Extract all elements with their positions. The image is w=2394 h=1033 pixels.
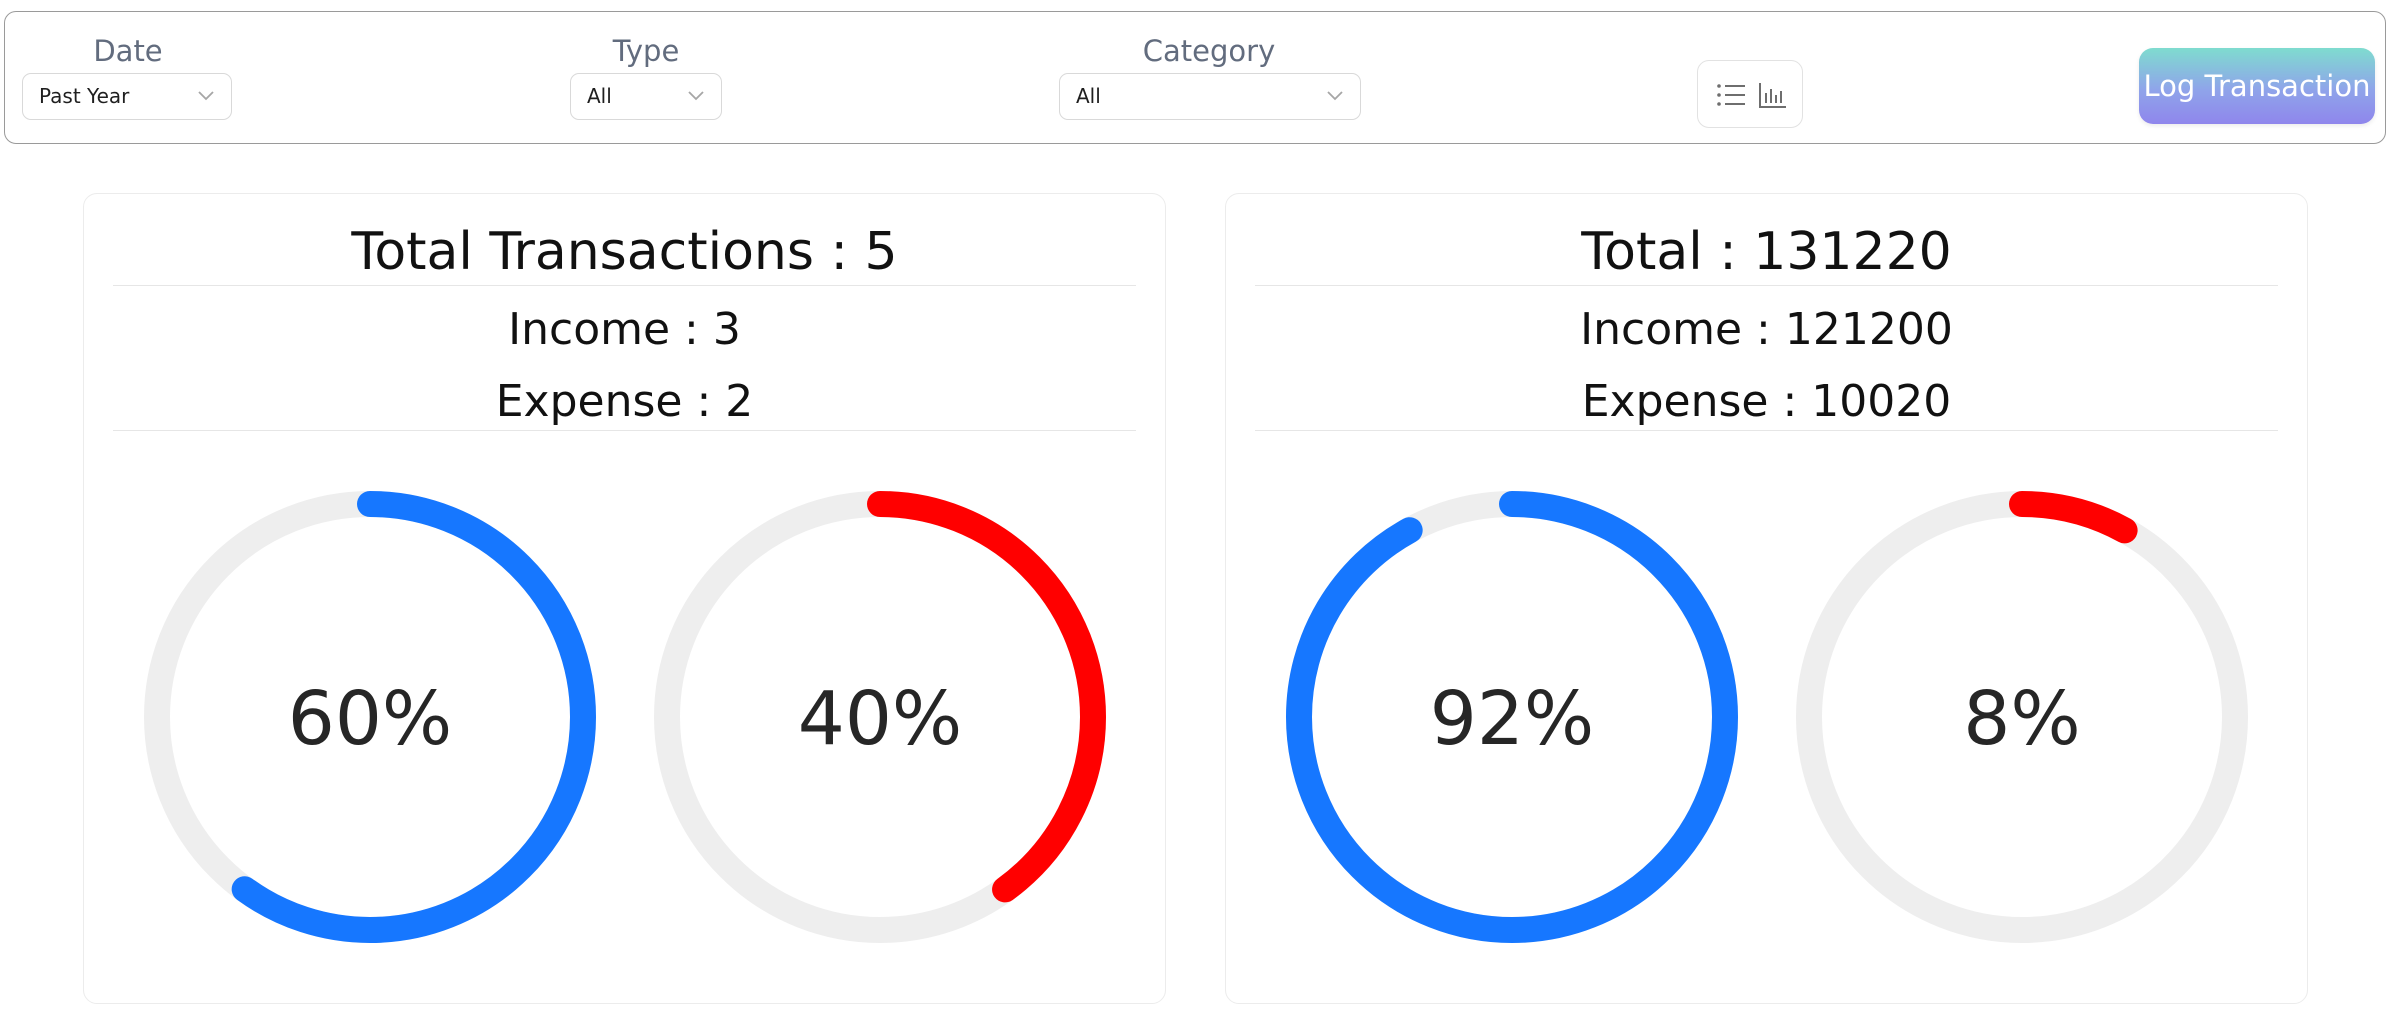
amount-income-line: Income : 121200 [1580, 304, 1953, 355]
divider [113, 430, 1136, 431]
gauge-svg: 60% [144, 491, 596, 943]
divider [113, 285, 1136, 286]
count-income-gauge: 60% [140, 487, 600, 947]
amount-expense-gauge: 8% [1792, 487, 2252, 947]
divider [1255, 285, 2278, 286]
count-expense-line: Expense : 2 [495, 376, 754, 427]
gauge-percent-label: 60% [288, 676, 452, 762]
gauge-percent-label: 92% [1430, 676, 1594, 762]
gauge-percent-label: 40% [798, 676, 962, 762]
gauge-percent-label: 8% [1963, 676, 2080, 762]
gauge-svg: 40% [654, 491, 1106, 943]
amount-income-gauge: 92% [1282, 487, 1742, 947]
gauge-svg: 92% [1286, 491, 1738, 943]
amount-card-title: Total : 131220 [1581, 222, 1952, 282]
divider [1255, 430, 2278, 431]
gauge-svg: 8% [1796, 491, 2248, 943]
count-card-title: Total Transactions : 5 [351, 222, 898, 282]
count-income-line: Income : 3 [508, 304, 741, 355]
amount-expense-line: Expense : 10020 [1581, 376, 1952, 427]
transactions-amount-content: Total : 131220 Income : 121200 Expense :… [1225, 0, 2308, 1033]
transactions-count-content: Total Transactions : 5 Income : 3 Expens… [83, 0, 1166, 1033]
count-expense-gauge: 40% [650, 487, 1110, 947]
